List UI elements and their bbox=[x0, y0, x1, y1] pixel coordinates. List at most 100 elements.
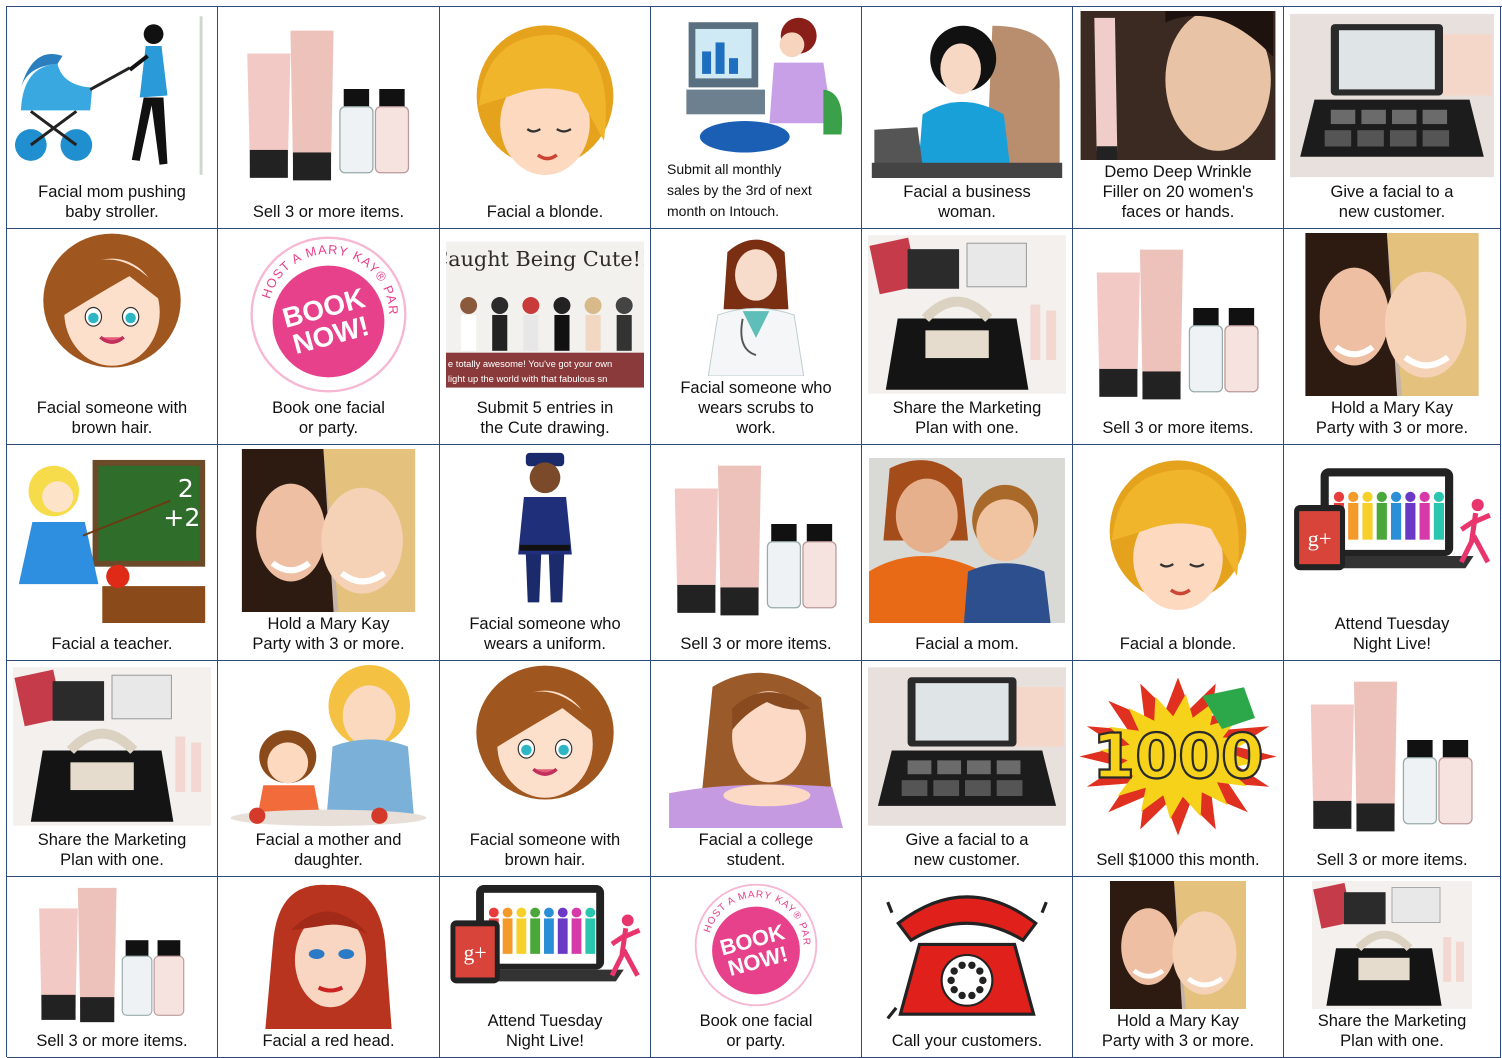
two-women-image bbox=[1290, 233, 1494, 396]
cell-caption: Facial someone who wears scrubs to work. bbox=[680, 379, 832, 437]
bingo-cell: Facial someone with brown hair. bbox=[7, 229, 218, 445]
bingo-cell: Sell 3 or more items. bbox=[651, 445, 862, 661]
starter-kit-image bbox=[868, 233, 1066, 396]
bingo-cell: Facial a college student. bbox=[651, 661, 862, 877]
svg-text:2: 2 bbox=[178, 474, 194, 503]
products-image bbox=[1079, 233, 1277, 416]
starter-kit-image bbox=[13, 665, 211, 828]
compact-image bbox=[868, 665, 1066, 828]
book-now-image: HOST A MARY KAY® PARTYBOOKNOW! bbox=[224, 233, 433, 396]
svg-text:+2: +2 bbox=[163, 503, 200, 532]
officer-image bbox=[446, 449, 644, 612]
book-now-image: HOST A MARY KAY® PARTYBOOKNOW! bbox=[657, 881, 855, 1009]
cell-caption: Give a facial to a new customer. bbox=[1330, 183, 1454, 221]
cell-caption: Facial mom pushing baby stroller. bbox=[38, 183, 186, 221]
cell-caption: Demo Deep Wrinkle Filler on 20 women's f… bbox=[1102, 163, 1254, 221]
products-image bbox=[1290, 665, 1494, 848]
bingo-cell: Facial a red head. bbox=[218, 877, 440, 1058]
bingo-cell: Hold a Mary Kay Party with 3 or more. bbox=[1073, 877, 1284, 1058]
cell-caption: Facial a red head. bbox=[262, 1032, 395, 1050]
svg-text:g+: g+ bbox=[1308, 526, 1332, 551]
bingo-cell: Facial a business woman. bbox=[862, 7, 1073, 229]
bingo-cell: g+ Attend Tuesday Night Live! bbox=[1284, 445, 1501, 661]
starter-kit-image bbox=[1290, 881, 1494, 1009]
bingo-cell: Give a facial to a new customer. bbox=[1284, 7, 1501, 229]
cell-caption: Sell 3 or more items. bbox=[1102, 419, 1254, 437]
svg-text:e totally awesome! You've got: e totally awesome! You've got your own bbox=[448, 358, 612, 369]
computer-woman-image bbox=[657, 11, 855, 157]
svg-text:light up the world with that f: light up the world with that fabulous sn bbox=[448, 373, 607, 384]
cell-caption: Give a facial to a new customer. bbox=[905, 831, 1029, 869]
cell-caption: Sell 3 or more items. bbox=[36, 1032, 188, 1050]
compact-image bbox=[1290, 11, 1494, 180]
bingo-cell: 1000 Sell $1000 this month. bbox=[1073, 661, 1284, 877]
cell-caption: Book one facial or party. bbox=[272, 399, 385, 437]
cell-caption: Hold a Mary Kay Party with 3 or more. bbox=[1315, 399, 1469, 437]
bingo-cell: Sell 3 or more items. bbox=[1073, 229, 1284, 445]
blonde-image bbox=[446, 11, 644, 200]
bingo-cell: Facial someone who wears a uniform. bbox=[440, 445, 651, 661]
brown-hair-image bbox=[446, 665, 644, 828]
bingo-cell: Submit all monthly sales by the 3rd of n… bbox=[651, 7, 862, 229]
bingo-cell: Share the Marketing Plan with one. bbox=[862, 229, 1073, 445]
blonde-image bbox=[1079, 449, 1277, 632]
bingo-cell: 2 +2 Facial a teacher. bbox=[7, 445, 218, 661]
cell-caption: Book one facial or party. bbox=[699, 1012, 813, 1050]
bingo-cell: HOST A MARY KAY® PARTYBOOKNOW!Book one f… bbox=[218, 229, 440, 445]
bingo-cell: Demo Deep Wrinkle Filler on 20 women's f… bbox=[1073, 7, 1284, 229]
cell-caption: Sell 3 or more items. bbox=[252, 203, 405, 221]
products-image bbox=[657, 449, 855, 632]
college-student-image bbox=[657, 665, 855, 828]
products-image bbox=[224, 11, 433, 200]
bingo-cell: Facial a mother and daughter. bbox=[218, 661, 440, 877]
bingo-cell: Sell 3 or more items. bbox=[1284, 661, 1501, 877]
teacher-image: 2 +2 bbox=[13, 449, 211, 632]
bingo-cell: Facial someone who wears scrubs to work. bbox=[651, 229, 862, 445]
bingo-cell: g+ Attend Tuesday Night Live! bbox=[440, 877, 651, 1058]
laptop-gplus-image: g+ bbox=[446, 881, 644, 1009]
cell-caption: Share the Marketing Plan with one. bbox=[1317, 1012, 1467, 1050]
laptop-gplus-image: g+ bbox=[1290, 449, 1494, 612]
cell-caption: Attend Tuesday Night Live! bbox=[1334, 615, 1450, 653]
business-woman-image bbox=[868, 11, 1066, 180]
cell-caption: Attend Tuesday Night Live! bbox=[487, 1012, 603, 1050]
cute-banner-image: Caught Being Cute!!! e totally awesome! Y… bbox=[446, 233, 644, 396]
cell-caption: Facial a mom. bbox=[915, 635, 1019, 653]
cell-caption: Facial someone with brown hair. bbox=[469, 831, 621, 869]
cell-caption: Sell 3 or more items. bbox=[1316, 851, 1468, 869]
cell-caption: Submit all monthly sales by the 3rd of n… bbox=[667, 161, 812, 219]
bingo-cell: Hold a Mary Kay Party with 3 or more. bbox=[1284, 229, 1501, 445]
bingo-board: Facial mom pushing baby stroller. Sell 3 … bbox=[6, 6, 1502, 1058]
cell-caption: Hold a Mary Kay Party with 3 or more. bbox=[252, 615, 405, 653]
mom-stroller-image bbox=[13, 11, 211, 180]
two-women-image bbox=[224, 449, 433, 612]
bingo-cell: HOST A MARY KAY® PARTYBOOKNOW!Book one f… bbox=[651, 877, 862, 1058]
bingo-cell: Caught Being Cute!!! e totally awesome! Y… bbox=[440, 229, 651, 445]
bingo-cell: Give a facial to a new customer. bbox=[862, 661, 1073, 877]
brown-hair-image bbox=[13, 233, 211, 396]
cell-caption: Facial a teacher. bbox=[51, 635, 173, 653]
cell-caption: Facial someone with brown hair. bbox=[36, 399, 188, 437]
mom-child-image bbox=[868, 449, 1066, 632]
products-image bbox=[13, 881, 211, 1029]
telephone-image bbox=[868, 881, 1066, 1029]
bingo-cell: Sell 3 or more items. bbox=[218, 7, 440, 229]
burst-1000-image: 1000 bbox=[1079, 665, 1277, 848]
cell-caption: Facial someone who wears a uniform. bbox=[469, 615, 621, 653]
doctor-image bbox=[657, 233, 855, 376]
svg-text:g+: g+ bbox=[464, 941, 487, 965]
cell-caption: Hold a Mary Kay Party with 3 or more. bbox=[1101, 1012, 1255, 1050]
cell-caption: Facial a college student. bbox=[698, 831, 814, 869]
mother-daughter-image bbox=[224, 665, 433, 828]
cell-caption: Facial a blonde. bbox=[486, 203, 604, 221]
bingo-cell: Share the Marketing Plan with one. bbox=[7, 661, 218, 877]
bingo-cell: Facial a mom. bbox=[862, 445, 1073, 661]
bingo-cell: Call your customers. bbox=[862, 877, 1073, 1058]
bingo-cell: Facial someone with brown hair. bbox=[440, 661, 651, 877]
wrinkle-filler-image bbox=[1079, 11, 1277, 160]
two-women-image bbox=[1079, 881, 1277, 1009]
bingo-cell: Hold a Mary Kay Party with 3 or more. bbox=[218, 445, 440, 661]
cell-caption: Call your customers. bbox=[891, 1032, 1043, 1050]
svg-text:1000: 1000 bbox=[1092, 720, 1263, 792]
cell-caption: Sell $1000 this month. bbox=[1096, 851, 1260, 869]
